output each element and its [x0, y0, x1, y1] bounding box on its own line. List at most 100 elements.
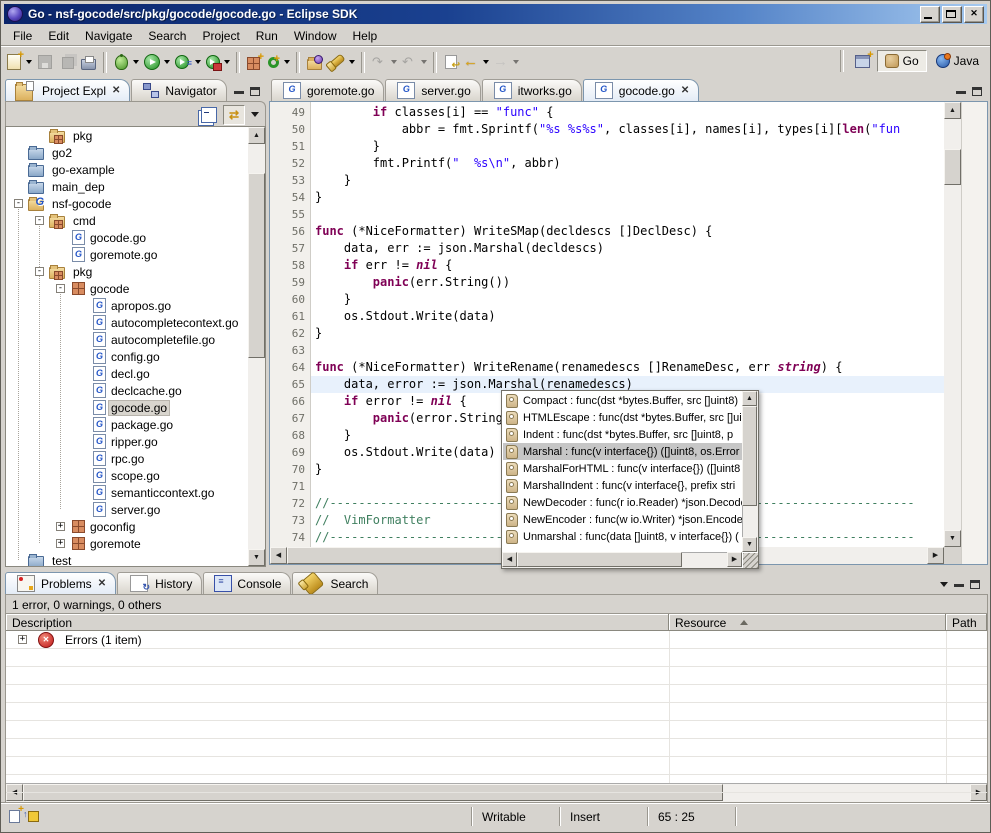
print-button[interactable]	[78, 50, 99, 74]
view-minimize-icon[interactable]	[234, 91, 244, 94]
tree-item-goremote-go[interactable]: goremote.go	[56, 246, 265, 263]
menu-project[interactable]: Project	[194, 27, 247, 45]
launch-mini-icon[interactable]	[28, 811, 39, 822]
dropdown-arrow-icon[interactable]	[195, 60, 201, 64]
scroll-left-icon[interactable]: ◀	[270, 547, 287, 564]
editor-vertical-scrollbar[interactable]: ▲ ▼	[944, 102, 961, 547]
completion-item[interactable]: Unmarshal : func(data []uint8, v interfa…	[503, 528, 742, 545]
tree-item-server-go[interactable]: server.go	[77, 501, 265, 518]
menu-window[interactable]: Window	[286, 27, 345, 45]
completion-item[interactable]: NewDecoder : func(r io.Reader) *json.Dec…	[503, 494, 742, 511]
scroll-up-icon[interactable]: ▲	[742, 391, 757, 406]
view-menu-icon[interactable]	[251, 112, 259, 117]
tree-item-autocompletecontext-go[interactable]: autocompletecontext.go	[77, 314, 265, 331]
popup-vscrollbar-thumb[interactable]	[742, 406, 757, 506]
scroll-left-icon[interactable]: ◀	[502, 552, 517, 567]
tree-item-gocode[interactable]: -gocode	[56, 280, 265, 297]
tree-item-pkg[interactable]: -pkg	[35, 263, 265, 280]
completion-item[interactable]: Marshal : func(v interface{}) ([]uint8, …	[503, 443, 742, 460]
new-go-package-button[interactable]	[244, 50, 264, 74]
menu-run[interactable]: Run	[248, 27, 286, 45]
tree-item-package-go[interactable]: package.go	[77, 416, 265, 433]
view-minimize-icon[interactable]	[954, 584, 964, 587]
close-icon[interactable]: ✕	[681, 85, 689, 96]
dropdown-arrow-icon[interactable]	[26, 60, 32, 64]
completion-item[interactable]: Indent : func(dst *bytes.Buffer, src []u…	[503, 426, 742, 443]
view-tab-problems[interactable]: Problems✕	[5, 572, 116, 594]
tree-item-nsf-gocode[interactable]: -nsf-gocode	[14, 195, 265, 212]
popup-resize-grip[interactable]	[743, 553, 758, 568]
collapse-box-icon[interactable]: -	[56, 284, 65, 293]
expand-box-icon[interactable]: +	[56, 539, 65, 548]
perspective-java-button[interactable]: Java	[929, 50, 986, 72]
menu-navigate[interactable]: Navigate	[77, 27, 140, 45]
close-icon[interactable]: ✕	[112, 85, 120, 96]
tree-item-pkg[interactable]: pkg	[35, 127, 265, 144]
editor-tab-goremote-go[interactable]: goremote.go	[271, 79, 384, 101]
dropdown-arrow-icon[interactable]	[391, 60, 397, 64]
scroll-right-icon[interactable]: ▶	[727, 552, 742, 567]
popup-hscrollbar-thumb[interactable]	[517, 552, 682, 567]
tree-item-autocompletefile-go[interactable]: autocompletefile.go	[77, 331, 265, 348]
tree-item-apropos-go[interactable]: apropos.go	[77, 297, 265, 314]
window-close-button[interactable]: ✕	[964, 6, 984, 23]
collapse-box-icon[interactable]: -	[14, 199, 23, 208]
scroll-down-icon[interactable]: ▼	[742, 537, 757, 552]
tree-item-goremote[interactable]: +goremote	[56, 535, 265, 552]
dropdown-arrow-icon[interactable]	[483, 60, 489, 64]
debug-button[interactable]	[111, 50, 141, 74]
run-button[interactable]	[141, 50, 172, 74]
fast-view-icon[interactable]	[9, 810, 20, 823]
completion-item[interactable]: MarshalIndent : func(v interface{}, pref…	[503, 477, 742, 494]
perspective-go-button[interactable]: Go	[877, 50, 927, 72]
popup-vertical-scrollbar[interactable]: ▲ ▼	[742, 391, 758, 552]
tree-item-test[interactable]: test	[14, 552, 265, 567]
tree-item-semanticcontext-go[interactable]: semanticcontext.go	[77, 484, 265, 501]
menu-help[interactable]: Help	[345, 27, 386, 45]
collapse-box-icon[interactable]: -	[35, 216, 44, 225]
view-maximize-icon[interactable]	[970, 580, 980, 589]
dropdown-arrow-icon[interactable]	[284, 60, 290, 64]
open-perspective-button[interactable]	[851, 49, 874, 73]
expand-box-icon[interactable]: +	[56, 522, 65, 531]
column-header-description[interactable]: Description	[6, 614, 669, 631]
tree-item-decl-go[interactable]: decl.go	[77, 365, 265, 382]
editor-minimize-icon[interactable]	[956, 91, 966, 94]
tree-item-ripper-go[interactable]: ripper.go	[77, 433, 265, 450]
editor-tab-server-go[interactable]: server.go	[385, 79, 480, 101]
window-minimize-button[interactable]	[920, 6, 940, 23]
menu-search[interactable]: Search	[140, 27, 194, 45]
completion-item[interactable]: MarshalForHTML : func(v interface{}) ([]…	[503, 460, 742, 477]
tree-item-gocode-go[interactable]: gocode.go	[56, 229, 265, 246]
run-last-button[interactable]	[172, 50, 203, 74]
tree-item-gocode-go[interactable]: gocode.go	[77, 399, 265, 416]
collapse-box-icon[interactable]: -	[35, 267, 44, 276]
menu-file[interactable]: File	[5, 27, 40, 45]
view-tab-navigator[interactable]: Navigator	[131, 79, 226, 101]
editor-tab-itworks-go[interactable]: itworks.go	[482, 79, 582, 101]
completion-item[interactable]: NewEncoder : func(w io.Writer) *json.Enc…	[503, 511, 742, 528]
back-button[interactable]	[461, 50, 491, 74]
scroll-right-icon[interactable]: ▶	[927, 547, 944, 564]
editor-tab-gocode-go[interactable]: gocode.go✕	[583, 79, 699, 101]
scroll-up-icon[interactable]: ▲	[944, 102, 961, 119]
tree-item-config-go[interactable]: config.go	[77, 348, 265, 365]
view-maximize-icon[interactable]	[250, 87, 260, 96]
tree-item-go-example[interactable]: go-example	[14, 161, 265, 178]
tree-item-cmd[interactable]: -cmd	[35, 212, 265, 229]
open-resource-button[interactable]	[304, 50, 325, 74]
tree-item-goconfig[interactable]: +goconfig	[56, 518, 265, 535]
collapse-all-icon[interactable]	[201, 107, 217, 123]
dropdown-arrow-icon[interactable]	[164, 60, 170, 64]
new-wizard-button[interactable]	[3, 50, 34, 74]
column-header-resource[interactable]: Resource	[669, 614, 946, 631]
editor-vscrollbar-thumb[interactable]	[944, 149, 961, 185]
popup-horizontal-scrollbar[interactable]: ◀ ▶	[502, 552, 742, 568]
close-icon[interactable]: ✕	[98, 578, 106, 589]
tree-item-rpc-go[interactable]: rpc.go	[77, 450, 265, 467]
menu-edit[interactable]: Edit	[40, 27, 77, 45]
view-tab-search[interactable]: Search	[292, 572, 378, 594]
last-edit-location-button[interactable]	[441, 50, 461, 74]
view-tab-console[interactable]: Console	[203, 572, 291, 594]
dropdown-arrow-icon[interactable]	[513, 60, 519, 64]
